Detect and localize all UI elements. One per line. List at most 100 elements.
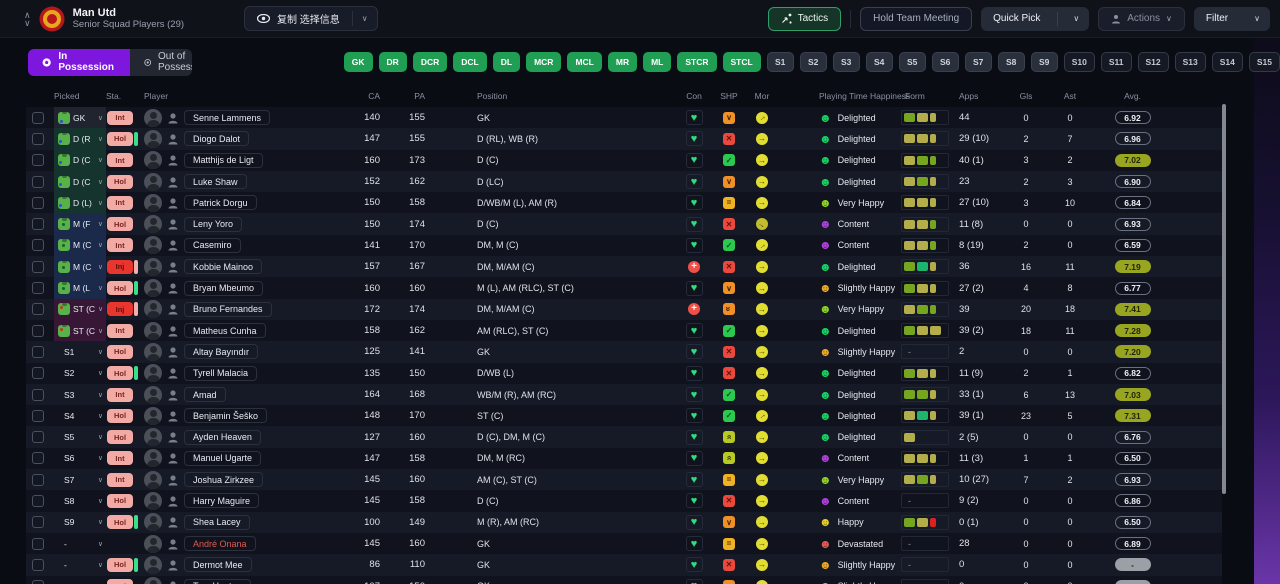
column-header-playing-time-happiness[interactable]: Playing Time Happiness	[779, 91, 910, 101]
player-name[interactable]: Shea Lacey	[184, 514, 250, 530]
position-filter-gk[interactable]: GK	[343, 52, 373, 72]
table-row[interactable]: M (F ∨ Hol Leny Yoro 150 174 D (C) ♥ ✕ → ☻ Content 1…	[26, 213, 1222, 235]
column-header-ast[interactable]: Ast	[1064, 91, 1076, 101]
position-filter-dl[interactable]: DL	[492, 52, 521, 72]
avatar[interactable]	[144, 428, 162, 447]
position-filter-dr[interactable]: DR	[378, 52, 407, 72]
table-row[interactable]: S8 ∨ Hol Harry Maguire 145 158 D (C) ♥ ✕ → ☻ Conten…	[26, 490, 1222, 512]
picked-dropdown[interactable]: D (L) ∨	[54, 192, 106, 214]
table-row[interactable]: D (L) ∨ Int Patrick Dorgu 150 158 D/WB/M (L), …	[26, 192, 1222, 214]
chevron-down-icon[interactable]: ∨	[1245, 14, 1269, 23]
profile-icon[interactable]	[167, 218, 179, 230]
profile-icon[interactable]	[167, 261, 179, 273]
row-checkbox[interactable]	[32, 303, 44, 316]
table-row[interactable]: S2 ∨ Hol Tyrell Malacia 135 150 D/WB (L) ♥ ✕ → ☻ De…	[26, 362, 1222, 384]
profile-icon[interactable]	[167, 112, 179, 124]
column-header-avg[interactable]: Avg.	[1124, 91, 1141, 101]
profile-icon[interactable]	[167, 410, 179, 422]
picked-dropdown[interactable]: S5 ∨	[54, 426, 106, 447]
column-header-player[interactable]: Player	[142, 91, 352, 101]
column-header-apps[interactable]: Apps	[955, 91, 1007, 101]
picked-dropdown[interactable]: -∨	[54, 554, 106, 575]
picked-dropdown[interactable]: S4 ∨	[54, 405, 106, 426]
row-checkbox[interactable]	[32, 537, 44, 550]
picked-dropdown[interactable]: ST (C ∨	[54, 298, 106, 320]
avatar[interactable]	[144, 236, 162, 255]
picked-dropdown[interactable]: D (C ∨	[54, 170, 106, 193]
avatar[interactable]	[144, 491, 162, 510]
player-name[interactable]: André Onana	[184, 536, 256, 552]
avatar[interactable]	[144, 406, 162, 425]
picked-dropdown[interactable]: -∨	[54, 576, 106, 584]
avatar[interactable]	[144, 279, 162, 298]
row-checkbox[interactable]	[32, 494, 44, 507]
table-row[interactable]: D (C ∨ Int Matthijs de Ligt 160 173 D (C) ♥ ✓ → ☻ D…	[26, 149, 1222, 171]
copy-selection-button[interactable]: 复制 选择信息 ∨	[244, 6, 378, 31]
position-filter-dcr[interactable]: DCR	[412, 52, 448, 72]
profile-icon[interactable]	[167, 239, 179, 251]
picked-dropdown[interactable]: M (F ∨	[54, 213, 106, 235]
avatar[interactable]	[144, 364, 162, 383]
profile-icon[interactable]	[167, 474, 179, 486]
table-row[interactable]: S3 ∨ Int Amad 164 168 WB/M (R), AM (RC) ♥ ✓ → ☻ Del…	[26, 383, 1222, 406]
picked-dropdown[interactable]: S8 ∨	[54, 490, 106, 511]
picked-dropdown[interactable]: D (C ∨	[54, 149, 106, 171]
player-name[interactable]: Leny Yoro	[184, 216, 243, 232]
picked-dropdown[interactable]: M (C ∨	[54, 256, 106, 278]
row-checkbox[interactable]	[32, 111, 44, 124]
position-filter-s12[interactable]: S12	[1137, 52, 1169, 72]
player-name[interactable]: Kobbie Mainoo	[184, 259, 263, 275]
player-name[interactable]: Casemiro	[184, 237, 241, 253]
position-filter-s2[interactable]: S2	[799, 52, 827, 72]
picked-dropdown[interactable]: M (C ∨	[54, 234, 106, 257]
vertical-scrollbar[interactable]	[1222, 104, 1226, 494]
column-header-ca[interactable]: CA	[368, 91, 382, 101]
player-name[interactable]: Diogo Dalot	[184, 131, 250, 147]
column-header-gls[interactable]: Gls	[1020, 91, 1033, 101]
player-name[interactable]: Ayden Heaven	[184, 429, 261, 445]
filter-button[interactable]: Filter ∨	[1193, 6, 1270, 31]
table-row[interactable]: M (L ∨ Hol Bryan Mbeumo 160 160 M (L), AM (RLC…	[26, 277, 1222, 299]
chevron-down-icon[interactable]: ∨	[353, 14, 377, 23]
position-filter-s15[interactable]: S15	[1248, 52, 1280, 72]
column-header-sta[interactable]: Sta.	[106, 91, 134, 101]
avatar[interactable]	[144, 172, 162, 191]
picked-dropdown[interactable]: M (L ∨	[54, 277, 106, 299]
position-filter-s8[interactable]: S8	[997, 52, 1025, 72]
actions-button[interactable]: Actions ∨	[1098, 6, 1185, 31]
row-checkbox[interactable]	[32, 345, 44, 358]
avatar[interactable]	[144, 108, 162, 127]
position-filter-s7[interactable]: S7	[964, 52, 992, 72]
avatar[interactable]	[144, 321, 162, 340]
row-checkbox[interactable]	[32, 154, 44, 167]
picked-dropdown[interactable]: -∨	[54, 533, 106, 554]
table-row[interactable]: - ∨ Hol Dermot Mee 86 110 GK ♥ ✕ → ☻ Slightly Happy…	[26, 554, 1222, 576]
profile-icon[interactable]	[167, 303, 179, 315]
picked-dropdown[interactable]: S1 ∨	[54, 341, 106, 362]
row-checkbox[interactable]	[32, 516, 44, 529]
avatar[interactable]	[144, 577, 162, 584]
profile-icon[interactable]	[167, 452, 179, 464]
position-filter-s5[interactable]: S5	[898, 52, 926, 72]
profile-icon[interactable]	[167, 516, 179, 528]
player-name[interactable]: Altay Bayındır	[184, 344, 259, 360]
position-filter-stcr[interactable]: STCR	[677, 52, 717, 72]
column-header-position[interactable]: Position	[427, 91, 675, 101]
avatar[interactable]	[144, 534, 162, 553]
picked-dropdown[interactable]: S3 ∨	[54, 384, 106, 405]
position-filter-s6[interactable]: S6	[931, 52, 959, 72]
row-checkbox[interactable]	[32, 580, 44, 584]
row-checkbox[interactable]	[32, 282, 44, 295]
profile-icon[interactable]	[167, 325, 179, 337]
row-checkbox[interactable]	[32, 367, 44, 380]
table-row[interactable]: ST (C ∨ Int Matheus Cunha 158 162 AM (RLC), ST…	[26, 319, 1222, 342]
avatar[interactable]	[144, 513, 162, 532]
player-name[interactable]: Benjamin Šeško	[184, 408, 268, 424]
table-row[interactable]: S5 ∨ Hol Ayden Heaven 127 160 D (C), DM, M (C)…	[26, 426, 1222, 448]
column-header-form[interactable]: Form	[901, 91, 955, 101]
picked-dropdown[interactable]: S9 ∨	[54, 512, 106, 533]
player-name[interactable]: Dermot Mee	[184, 557, 252, 573]
player-name[interactable]: Senne Lammens	[184, 110, 271, 126]
player-name[interactable]: Manuel Ugarte	[184, 450, 262, 466]
avatar[interactable]	[144, 257, 162, 276]
